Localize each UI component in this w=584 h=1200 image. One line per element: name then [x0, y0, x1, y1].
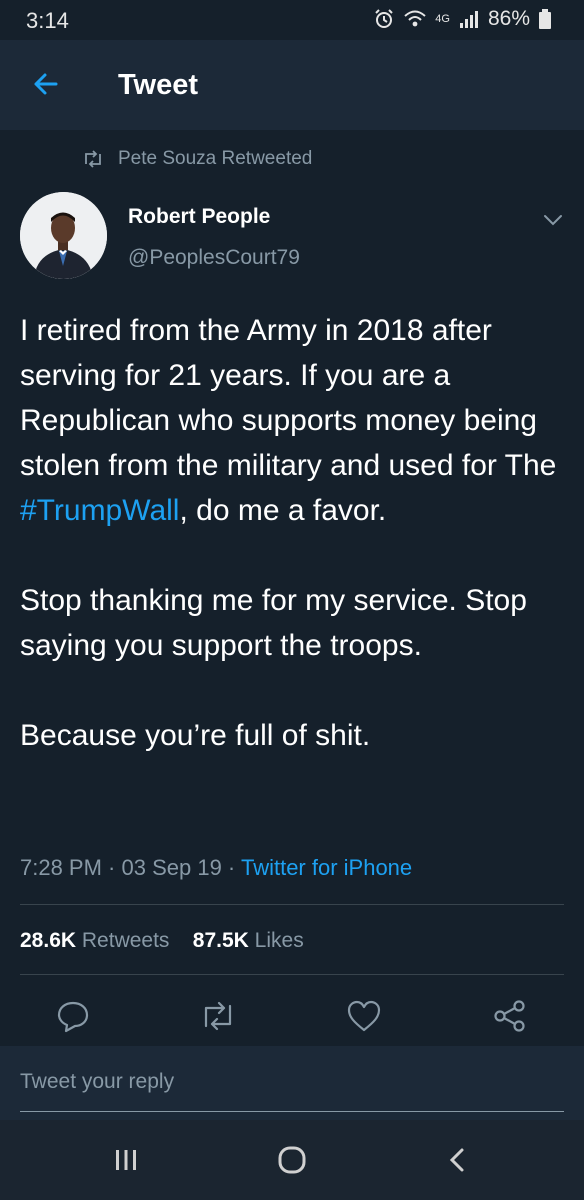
- divider: [20, 974, 564, 975]
- alarm-icon: [375, 9, 393, 28]
- recents-button[interactable]: [106, 1142, 146, 1178]
- share-button[interactable]: [490, 996, 530, 1036]
- like-button[interactable]: [344, 996, 384, 1036]
- status-bar: 3:14 4G 86%: [0, 0, 584, 40]
- tweet-source-link[interactable]: Twitter for iPhone: [241, 855, 412, 880]
- battery-percent: 86%: [487, 7, 530, 30]
- tweet-time: 7:28 PM: [20, 855, 102, 880]
- retweet-icon: [85, 150, 101, 168]
- home-button[interactable]: [272, 1142, 312, 1178]
- meta-separator: ·: [221, 855, 241, 880]
- tweet-meta: 7:28 PM · 03 Sep 19 · Twitter for iPhone: [20, 855, 412, 881]
- tweet-stats: 28.6K Retweets 87.5K Likes: [20, 929, 304, 953]
- author-name[interactable]: Robert People: [128, 205, 270, 229]
- nav-back-button[interactable]: [438, 1142, 478, 1178]
- reply-button[interactable]: [53, 996, 93, 1036]
- meta-separator: ·: [101, 855, 122, 880]
- retweet-icon: [204, 1001, 232, 1031]
- tweet-paragraph-1: I retired from the Army in 2018 after se…: [20, 308, 568, 533]
- tweet-text: I retired from the Army in 2018 after se…: [20, 308, 568, 758]
- app-bar: Tweet: [0, 40, 584, 130]
- network-type-label: 4G: [435, 13, 450, 25]
- avatar-image: [20, 192, 107, 279]
- tweet-paragraph-spacer: [20, 533, 568, 578]
- home-icon: [278, 1146, 306, 1174]
- tweet-date: 03 Sep 19: [121, 855, 222, 880]
- reply-input[interactable]: Tweet your reply: [20, 1070, 564, 1094]
- back-arrow-icon: [34, 73, 58, 95]
- page-title: Tweet: [118, 69, 199, 101]
- reply-icon: [57, 1001, 89, 1033]
- battery-icon: [539, 9, 551, 29]
- likes-label: Likes: [254, 929, 304, 952]
- status-time: 3:14: [26, 8, 69, 33]
- tweet-menu-button[interactable]: [540, 210, 566, 230]
- system-nav-bar: [0, 1120, 584, 1200]
- retweet-context-label: Pete Souza Retweeted: [118, 148, 313, 169]
- tweet-text-part: , do me a favor.: [179, 494, 387, 527]
- tweet-paragraph-spacer: [20, 668, 568, 713]
- avatar[interactable]: [20, 192, 107, 279]
- back-button[interactable]: [26, 64, 66, 104]
- tweet-actions: [0, 996, 584, 1036]
- tweet-paragraph-3: Because you’re full of shit.: [20, 719, 371, 752]
- wifi-icon: [404, 10, 426, 27]
- tweet-paragraph-2: Stop thanking me for my service. Stop sa…: [20, 578, 568, 668]
- retweets-count: 28.6K: [20, 929, 77, 952]
- divider: [20, 904, 564, 905]
- author-handle[interactable]: @PeoplesCourt79: [128, 246, 300, 270]
- status-icons: 4G 86%: [373, 7, 552, 31]
- recents-icon: [116, 1150, 136, 1170]
- hashtag-link[interactable]: #TrumpWall: [20, 494, 179, 527]
- nav-back-icon: [449, 1148, 464, 1172]
- likes-count: 87.5K: [192, 929, 249, 952]
- likes-stat[interactable]: 87.5K Likes: [193, 929, 304, 952]
- like-icon: [347, 1000, 381, 1032]
- chevron-down-icon: [544, 215, 562, 226]
- tweet-text-part: Stop thanking me for my service.: [20, 584, 457, 617]
- tweet-text-part: I retired from the Army in 2018 after se…: [20, 314, 557, 482]
- retweets-stat[interactable]: 28.6K Retweets: [20, 929, 169, 952]
- signal-icon: [459, 11, 478, 28]
- retweet-button[interactable]: [198, 996, 238, 1036]
- retweets-label: Retweets: [81, 929, 170, 952]
- reply-input-underline: [20, 1111, 564, 1112]
- share-icon: [494, 1000, 525, 1032]
- retweet-context[interactable]: Pete Souza Retweeted: [82, 148, 312, 170]
- reply-bar: Tweet your reply: [0, 1046, 584, 1120]
